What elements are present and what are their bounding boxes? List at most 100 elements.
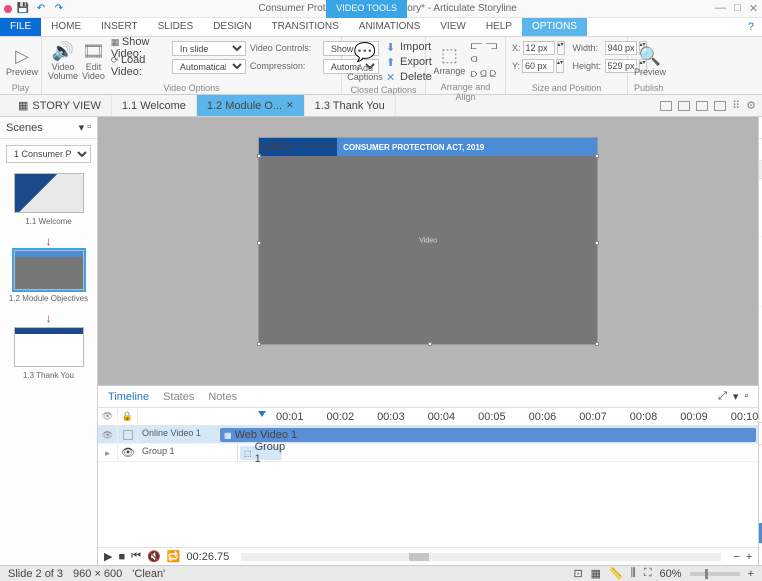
timeline-row[interactable]: 👁 Online Video 1 ▦ Web Video 1	[98, 426, 758, 444]
fit-icon[interactable]: ⊡	[573, 567, 582, 580]
playhead-icon[interactable]	[258, 411, 266, 417]
guides-icon[interactable]: ⫼	[631, 567, 636, 580]
timeline-object-name[interactable]: Group 1	[138, 444, 238, 461]
lock-cell[interactable]	[118, 426, 138, 444]
tab-slides[interactable]: SLIDES	[148, 18, 204, 36]
zoom-fit-icon[interactable]: ⛶	[644, 567, 652, 580]
tab-insert[interactable]: INSERT	[91, 18, 148, 36]
layout-icon-1[interactable]	[660, 101, 672, 111]
ribbon-preview-button[interactable]: 🔍Preview	[634, 40, 666, 82]
timeline-object-name[interactable]: Online Video 1	[138, 426, 218, 443]
slide-title-box[interactable]: CONSUMER PROTECTION ACT, 2019	[337, 138, 597, 156]
load-video-select[interactable]: Automatically	[172, 59, 246, 74]
close-icon[interactable]: ✕	[749, 2, 758, 15]
lock-header-icon[interactable]: 🔒	[118, 408, 138, 426]
align-icon-2[interactable]: ⫐ ⫑ ⫒	[471, 68, 499, 81]
slide-thumb-3[interactable]	[14, 327, 84, 367]
zoom-in-icon[interactable]: +	[746, 551, 752, 563]
timeline-row[interactable]: ▸ 👁 Group 1 ⬚ Group 1	[98, 444, 758, 462]
tab-animations[interactable]: ANIMATIONS	[349, 18, 430, 36]
eye-icon[interactable]: 👁	[98, 426, 118, 444]
timeline-tab[interactable]: Timeline	[108, 391, 149, 403]
popout-icon[interactable]: ▫	[744, 390, 748, 403]
timeline-scrollbar[interactable]	[241, 553, 721, 561]
tab-file[interactable]: FILE	[0, 18, 41, 36]
tab-design[interactable]: DESIGN	[203, 18, 261, 36]
undo-icon[interactable]: ↶	[34, 2, 48, 16]
collapse-icon[interactable]: ▾	[733, 390, 739, 403]
slide-thumb-1[interactable]	[14, 173, 84, 213]
stop-icon[interactable]: ■	[118, 551, 125, 563]
tab-options[interactable]: OPTIONS	[522, 18, 587, 36]
slide-tab-1[interactable]: 1.1 Welcome	[112, 95, 197, 116]
redo-icon[interactable]: ↷	[52, 2, 66, 16]
resize-handle[interactable]	[257, 241, 261, 245]
edit-video-button[interactable]: 🎞Edit Video	[82, 40, 105, 82]
slide-tab-3[interactable]: 1.3 Thank You	[305, 95, 396, 116]
arrange-button[interactable]: ⬚Arrange	[432, 40, 467, 81]
slide-thumb-2[interactable]	[14, 250, 84, 290]
loop-icon[interactable]: 🔁	[167, 550, 181, 563]
tab-view[interactable]: VIEW	[430, 18, 476, 36]
x-input[interactable]	[523, 41, 555, 55]
timeline-clip[interactable]: ⬚ Group 1	[240, 446, 282, 460]
help-icon[interactable]: ?	[740, 18, 762, 36]
layout-icon-2[interactable]	[678, 101, 690, 111]
timeline-ruler[interactable]: 00:0100:0200:0300:0400:0500:0600:0700:08…	[258, 411, 758, 423]
toggle-panels-icon[interactable]: ⠿	[732, 99, 740, 112]
video-volume-button[interactable]: 🔊Video Volume	[48, 40, 78, 82]
zoom-out-icon[interactable]: −	[733, 551, 739, 563]
import-captions-button[interactable]: ⬇Import	[386, 40, 432, 54]
export-captions-button[interactable]: ⬆Export	[386, 55, 432, 69]
align-icon-1[interactable]: ⫍ ⫎ ⫏	[471, 40, 499, 66]
mute-icon[interactable]: 🔇	[147, 550, 161, 563]
settings-icon[interactable]: ⚙	[746, 99, 756, 112]
timeline-clip[interactable]: ▦ Web Video 1	[220, 428, 756, 442]
grid-icon[interactable]: ▦	[591, 567, 601, 580]
eye-icon[interactable]: 👁	[121, 446, 135, 459]
video-placeholder[interactable]: Video	[419, 238, 437, 245]
play-icon[interactable]: ▶	[104, 550, 112, 563]
ribbon: ▷Preview Play 🔊Video Volume 🎞Edit Video …	[0, 37, 762, 95]
scene-selector[interactable]: 1 Consumer Prot	[6, 145, 91, 163]
slide-canvas[interactable]: LOGOPLACEHOLDER CONSUMER PROTECTION ACT,…	[258, 137, 598, 345]
resize-handle[interactable]	[595, 342, 599, 346]
close-tab-icon[interactable]: ✕	[286, 100, 294, 111]
y-input[interactable]	[522, 59, 554, 73]
delete-captions-button[interactable]: ✕Delete	[386, 70, 432, 84]
x-spinner[interactable]: ▴▾	[557, 41, 565, 55]
show-video-select[interactable]: In slide	[172, 41, 246, 56]
notes-tab[interactable]: Notes	[208, 391, 237, 403]
timeline-tool-icon[interactable]: ⤢	[718, 390, 727, 403]
states-tab[interactable]: States	[163, 391, 194, 403]
zoom-value[interactable]: 60%	[660, 568, 682, 580]
story-view-tab[interactable]: ▦STORY VIEW	[8, 95, 112, 116]
resize-handle[interactable]	[257, 154, 261, 158]
zoom-in-icon[interactable]: +	[748, 568, 754, 580]
rewind-icon[interactable]: ⏮	[131, 550, 141, 563]
minimize-icon[interactable]: —	[715, 2, 726, 15]
tab-help[interactable]: HELP	[476, 18, 522, 36]
logo-placeholder[interactable]: LOGOPLACEHOLDER	[259, 138, 337, 156]
preview-button[interactable]: ▷Preview	[6, 40, 38, 82]
layout-icon-4[interactable]	[714, 101, 726, 111]
collapse-icon[interactable]: ▾	[79, 121, 85, 134]
expand-icon[interactable]: ▸	[98, 444, 118, 462]
ruler-icon[interactable]: 📏	[609, 567, 623, 580]
eye-header-icon[interactable]: 👁	[98, 408, 118, 426]
maximize-icon[interactable]: □	[734, 2, 741, 15]
save-icon[interactable]: 💾	[16, 2, 30, 16]
layout-icon-3[interactable]	[696, 101, 708, 111]
slide-tab-2[interactable]: 1.2 Module O...✕	[197, 95, 305, 116]
resize-handle[interactable]	[595, 241, 599, 245]
zoom-slider[interactable]	[690, 572, 740, 576]
popout-icon[interactable]: ▫	[87, 121, 91, 134]
tab-home[interactable]: HOME	[41, 18, 91, 36]
video-tools-tab[interactable]: VIDEO TOOLS	[326, 0, 407, 18]
y-spinner[interactable]: ▴▾	[556, 59, 564, 73]
tab-transitions[interactable]: TRANSITIONS	[262, 18, 349, 36]
add-captions-button[interactable]: 💬Add Captions	[348, 40, 382, 84]
resize-handle[interactable]	[257, 342, 261, 346]
resize-handle[interactable]	[428, 342, 432, 346]
resize-handle[interactable]	[595, 154, 599, 158]
